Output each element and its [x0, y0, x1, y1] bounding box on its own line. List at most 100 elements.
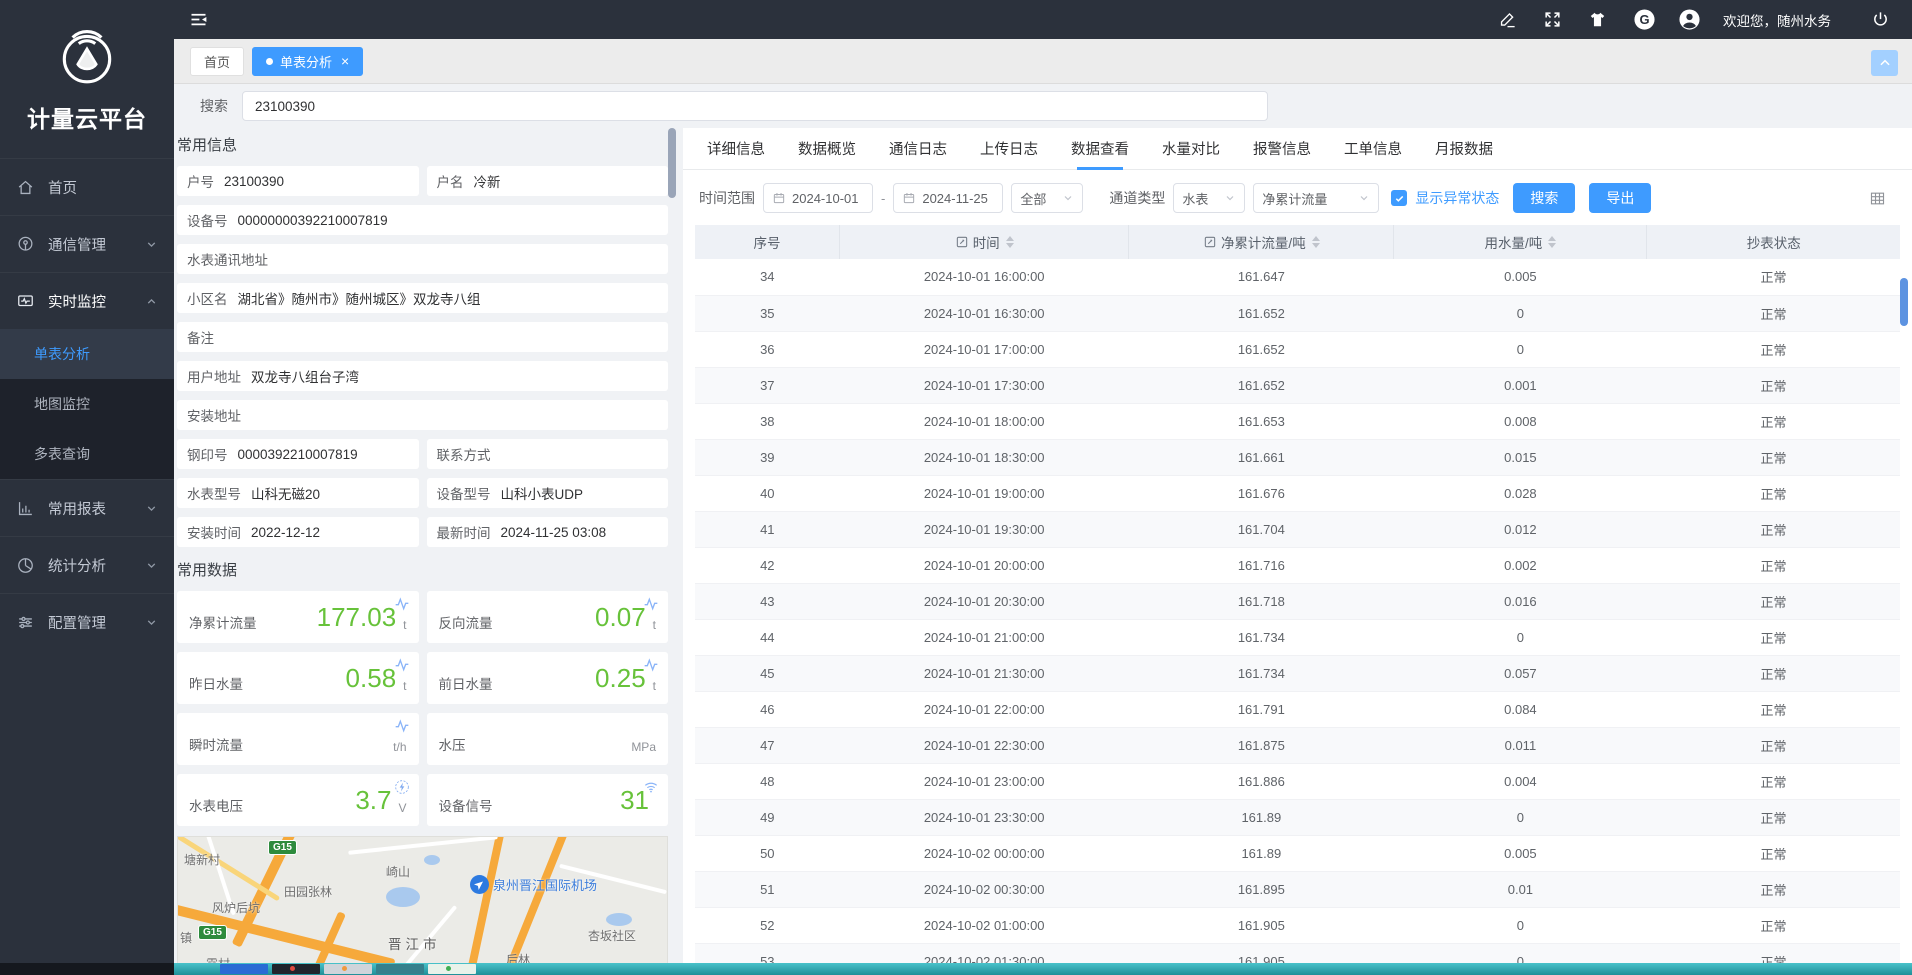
user-avatar[interactable]: [1678, 10, 1697, 29]
table-row[interactable]: 382024-10-01 18:00:00161.6530.008正常: [695, 403, 1900, 439]
logout-icon[interactable]: [1871, 10, 1890, 29]
taskbar-window[interactable]: [324, 964, 372, 974]
stat-label: 净累计流量: [189, 612, 317, 632]
table-row[interactable]: 352024-10-01 16:30:00161.6520正常: [695, 295, 1900, 331]
table-row[interactable]: 462024-10-01 22:00:00161.7910.084正常: [695, 691, 1900, 727]
table-columns-icon[interactable]: [1869, 190, 1886, 207]
range-label: 时间范围: [699, 188, 755, 208]
stat-label: 设备信号: [439, 795, 621, 815]
pulse-icon: [394, 718, 410, 734]
taskbar-window[interactable]: [376, 964, 424, 974]
tab-single-meter-analysis[interactable]: 单表分析 ×: [252, 47, 363, 76]
detail-tab-data-overview[interactable]: 数据概览: [798, 128, 856, 170]
detail-tab-data-view[interactable]: 数据查看: [1071, 128, 1129, 170]
taskbar[interactable]: [0, 963, 1912, 975]
sort-icon[interactable]: [1548, 236, 1556, 248]
field-label: 设备型号: [437, 483, 491, 503]
table-row[interactable]: 372024-10-01 17:30:00161.6520.001正常: [695, 367, 1900, 403]
detail-tab-water-compare[interactable]: 水量对比: [1162, 128, 1220, 170]
scrollbar-thumb[interactable]: [668, 128, 676, 198]
edit-column-icon[interactable]: [1203, 235, 1217, 249]
sidebar-item-statistics-analysis[interactable]: 统计分析: [0, 536, 174, 593]
range-type-select[interactable]: 全部: [1011, 183, 1083, 213]
table-row[interactable]: 502024-10-02 00:00:00161.890.005正常: [695, 835, 1900, 871]
table-row[interactable]: 422024-10-01 20:00:00161.7160.002正常: [695, 547, 1900, 583]
info-field: 备注: [177, 322, 668, 352]
table-cell: 正常: [1647, 691, 1900, 727]
stats-icon: [16, 556, 35, 575]
detail-tab-detail-info[interactable]: 详细信息: [707, 128, 765, 170]
column-header[interactable]: 净累计流量/吨: [1129, 225, 1394, 259]
taskbar-window[interactable]: [428, 964, 476, 974]
table-row[interactable]: 402024-10-01 19:00:00161.6760.028正常: [695, 475, 1900, 511]
edit-icon[interactable]: [1498, 10, 1517, 29]
sort-icon[interactable]: [1006, 236, 1014, 248]
sidebar-subitem-single-meter-analysis[interactable]: 单表分析: [0, 329, 174, 379]
table-cell: 0.002: [1394, 547, 1647, 583]
sidebar-item-home[interactable]: 首页: [0, 158, 174, 215]
chevron-down-icon: [145, 502, 158, 515]
table-row[interactable]: 452024-10-01 21:30:00161.7340.057正常: [695, 655, 1900, 691]
stat-value: 177.03: [317, 602, 397, 633]
table-row[interactable]: 512024-10-02 00:30:00161.8950.01正常: [695, 871, 1900, 907]
field-value: 23100390: [224, 174, 284, 189]
scroll-top-button[interactable]: [1871, 50, 1898, 76]
detail-tab-alarm-info[interactable]: 报警信息: [1253, 128, 1311, 170]
table-cell: 正常: [1647, 799, 1900, 835]
tab-home[interactable]: 首页: [190, 47, 244, 76]
end-date-input[interactable]: 2024-11-25: [893, 183, 1003, 213]
table-row[interactable]: 362024-10-01 17:00:00161.6520正常: [695, 331, 1900, 367]
detail-tab-upload-log[interactable]: 上传日志: [980, 128, 1038, 170]
table-scrollbar-thumb[interactable]: [1900, 278, 1908, 326]
sidebar-item-realtime-monitor[interactable]: 实时监控: [0, 272, 174, 329]
sort-icon[interactable]: [1312, 236, 1320, 248]
detail-tab-workorder-info[interactable]: 工单信息: [1344, 128, 1402, 170]
abnormal-label[interactable]: 显示异常状态: [1415, 188, 1499, 208]
search-button[interactable]: 搜索: [1513, 183, 1575, 213]
theme-icon[interactable]: [1588, 10, 1607, 29]
edit-column-icon[interactable]: [955, 235, 969, 249]
column-header[interactable]: 时间: [840, 225, 1129, 259]
sidebar-item-config-mgmt[interactable]: 配置管理: [0, 593, 174, 650]
sidebar: 计量云平台 首页通信管理实时监控单表分析地图监控多表查询常用报表统计分析配置管理: [0, 0, 174, 963]
table-row[interactable]: 392024-10-01 18:30:00161.6610.015正常: [695, 439, 1900, 475]
channel-select[interactable]: 水表: [1173, 183, 1245, 213]
table-row[interactable]: 442024-10-01 21:00:00161.7340正常: [695, 619, 1900, 655]
detail-tab-monthly-report[interactable]: 月报数据: [1435, 128, 1493, 170]
sidebar-subitem-multi-meter-query[interactable]: 多表查询: [0, 429, 174, 479]
map[interactable]: 塘新村田园张林崎山风炉后坑晋江市后林杏坂社区霞村镇G15G15 泉州晋江国际机场: [177, 836, 668, 963]
metric-select[interactable]: 净累计流量: [1253, 183, 1379, 213]
left-panel-scrollbar[interactable]: [668, 128, 676, 963]
table-row[interactable]: 522024-10-02 01:00:00161.9050正常: [695, 907, 1900, 943]
field-label: 水表通讯地址: [187, 249, 268, 269]
taskbar-window[interactable]: [272, 964, 320, 974]
table-row[interactable]: 432024-10-01 20:30:00161.7180.016正常: [695, 583, 1900, 619]
column-header[interactable]: 用水量/吨: [1394, 225, 1647, 259]
search-input[interactable]: [242, 91, 1268, 121]
fullscreen-icon[interactable]: [1543, 10, 1562, 29]
stat-value: 0.58: [346, 663, 397, 694]
report-icon: [16, 499, 35, 518]
airplane-icon: [470, 875, 489, 894]
airport-marker[interactable]: 泉州晋江国际机场: [470, 875, 597, 894]
sidebar-collapse-icon[interactable]: [188, 9, 209, 30]
detail-tab-comm-log[interactable]: 通信日志: [889, 128, 947, 170]
table-row[interactable]: 492024-10-01 23:30:00161.890正常: [695, 799, 1900, 835]
sidebar-item-label: 实时监控: [48, 291, 106, 312]
export-button[interactable]: 导出: [1589, 183, 1651, 213]
sidebar-item-comm-mgmt[interactable]: 通信管理: [0, 215, 174, 272]
sidebar-item-common-reports[interactable]: 常用报表: [0, 479, 174, 536]
taskbar-window[interactable]: [220, 964, 268, 974]
pulse-icon: [394, 596, 410, 612]
table-row[interactable]: 342024-10-01 16:00:00161.6470.005正常: [695, 259, 1900, 295]
abnormal-checkbox[interactable]: [1391, 190, 1407, 206]
table-cell: 161.905: [1129, 907, 1394, 943]
table-row[interactable]: 482024-10-01 23:00:00161.8860.004正常: [695, 763, 1900, 799]
channel-label: 通道类型: [1109, 188, 1165, 208]
table-row[interactable]: 412024-10-01 19:30:00161.7040.012正常: [695, 511, 1900, 547]
start-date-input[interactable]: 2024-10-01: [763, 183, 873, 213]
close-icon[interactable]: ×: [341, 54, 349, 68]
language-icon[interactable]: G: [1633, 10, 1652, 29]
sidebar-subitem-map-monitor[interactable]: 地图监控: [0, 379, 174, 429]
table-row[interactable]: 472024-10-01 22:30:00161.8750.011正常: [695, 727, 1900, 763]
